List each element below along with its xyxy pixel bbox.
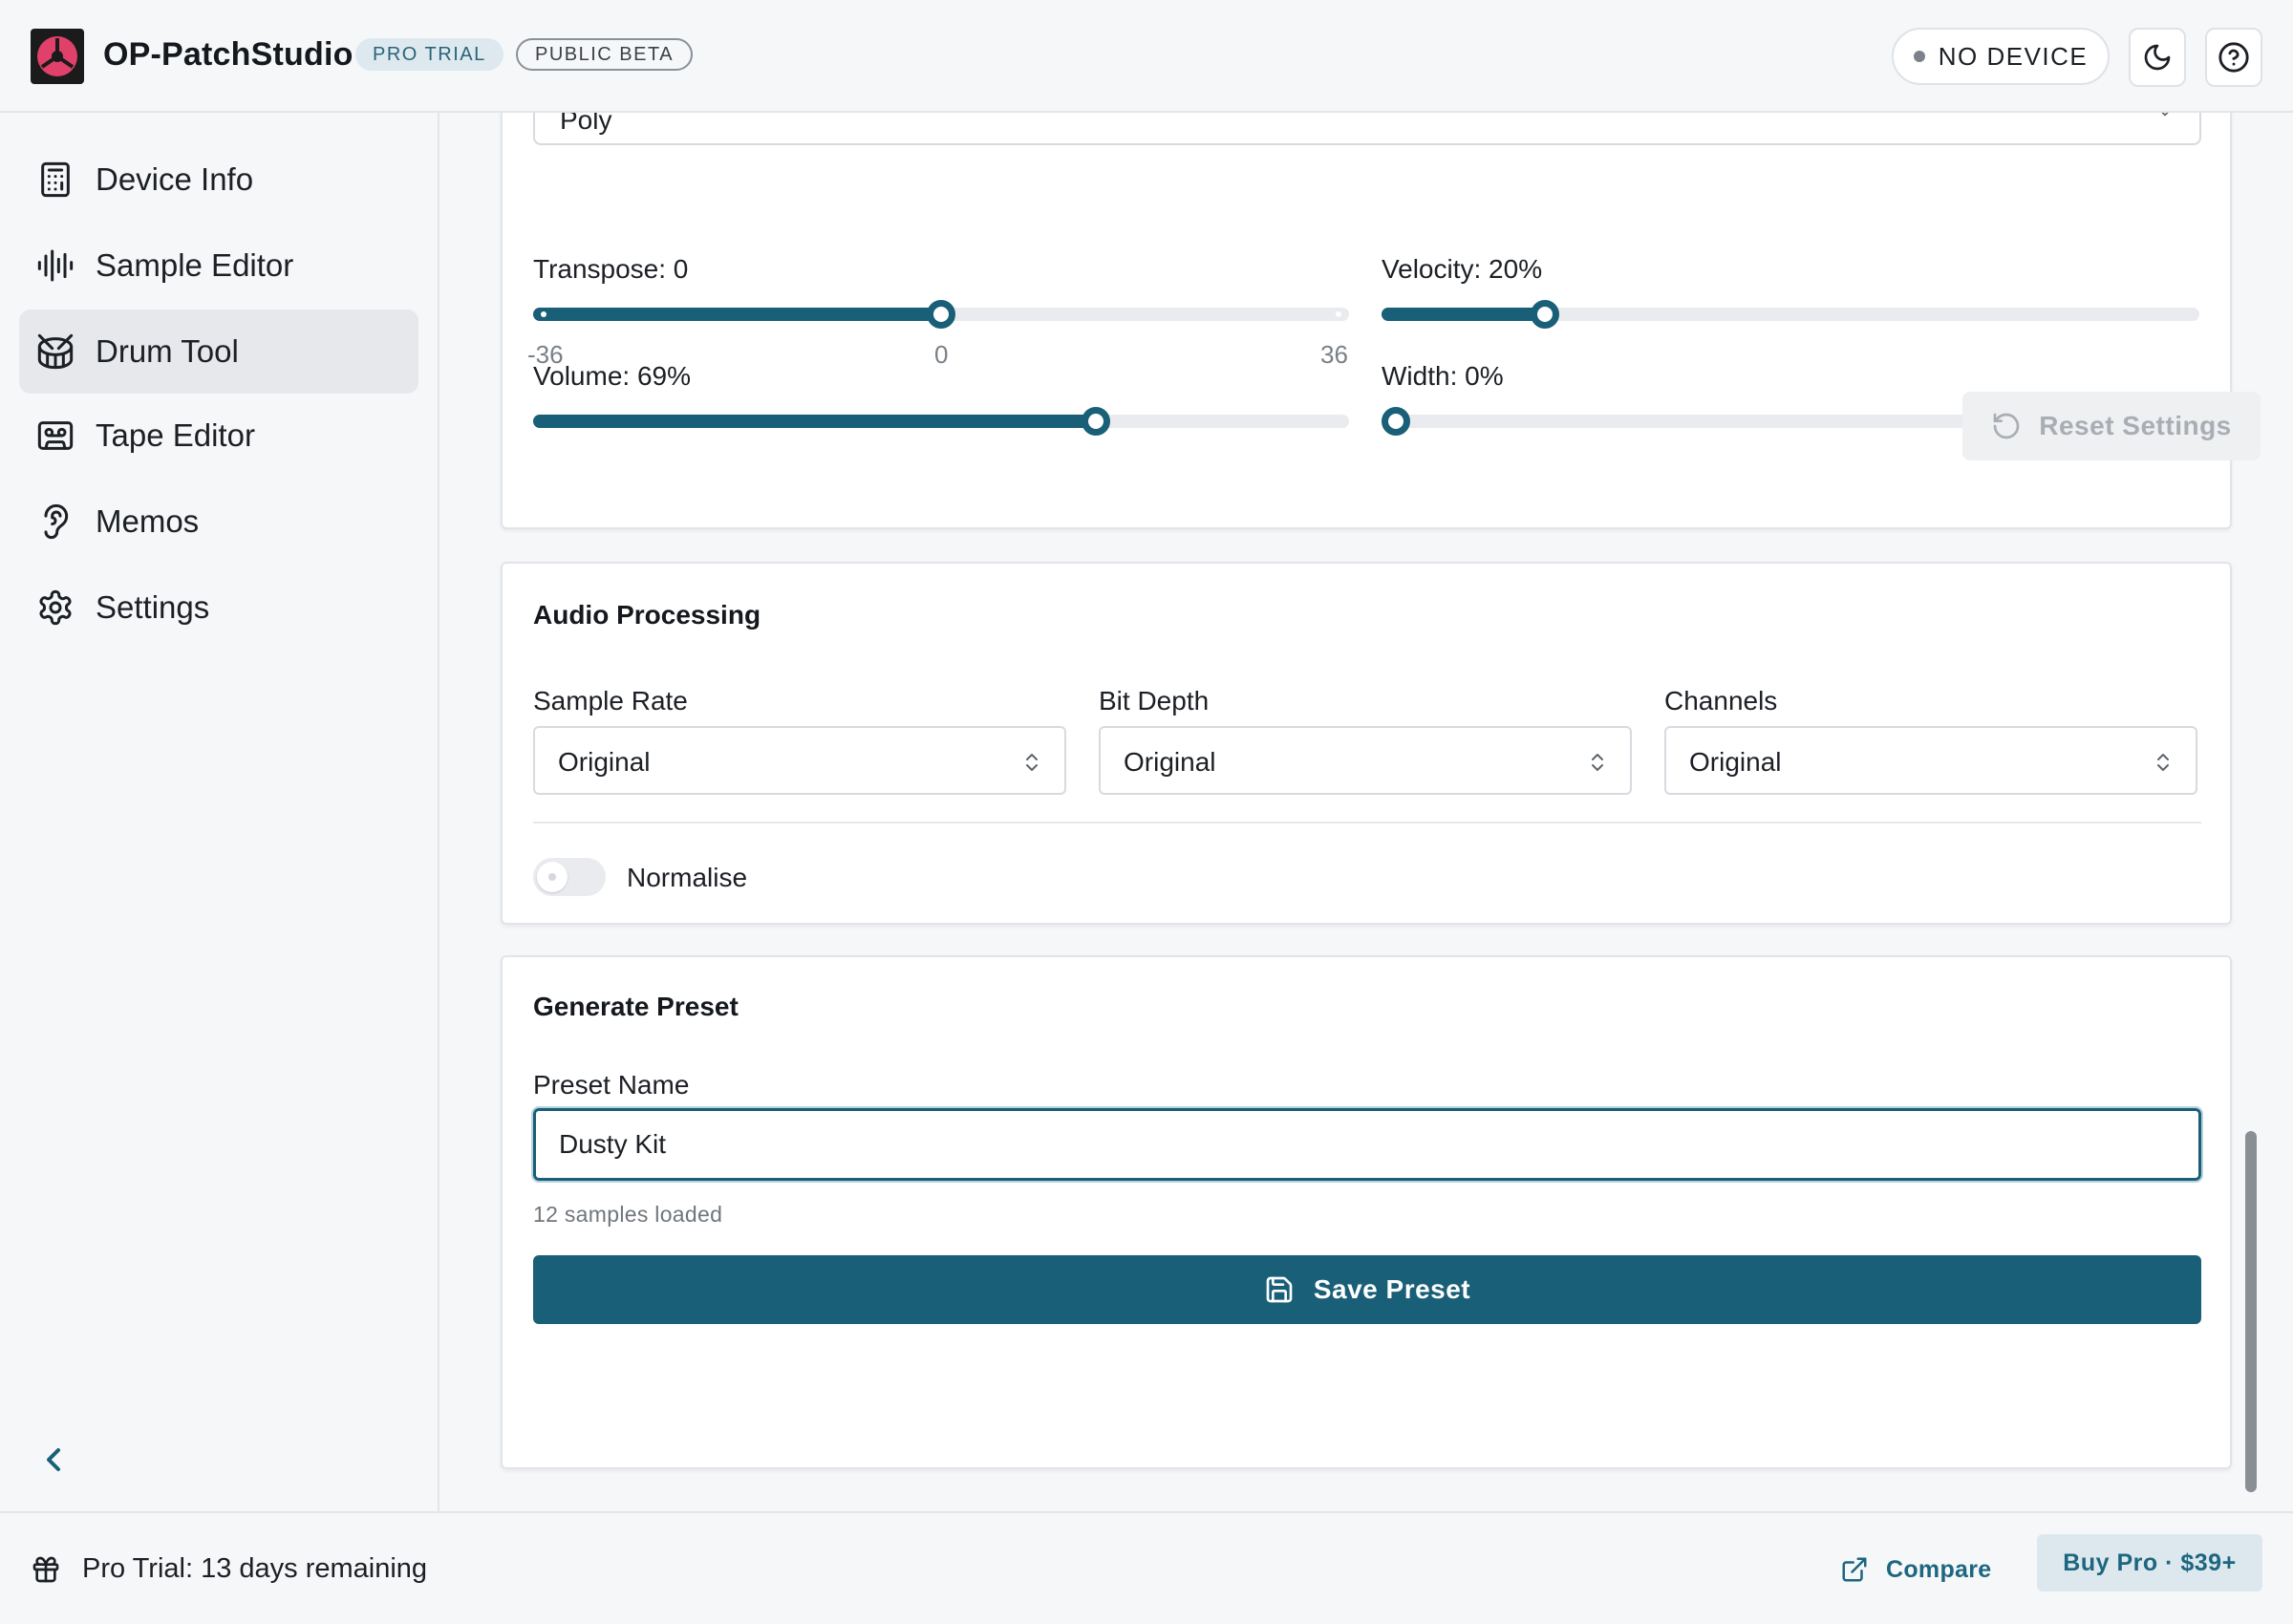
ear-icon xyxy=(44,503,69,540)
chevron-down-icon xyxy=(2161,113,2169,117)
compare-link[interactable]: Compare xyxy=(1840,1555,1991,1584)
drum-icon xyxy=(37,333,74,370)
footer-bar: Pro Trial: 13 days remaining Compare Buy… xyxy=(0,1511,2293,1624)
public-beta-badge: PUBLIC BETA xyxy=(516,38,694,71)
sample-rate-label: Sample Rate xyxy=(533,686,688,716)
channels-value: Original xyxy=(1689,747,1782,777)
transpose-slider-fill xyxy=(533,308,941,321)
transpose-slider-thumb[interactable] xyxy=(927,300,955,329)
chevron-left-icon xyxy=(47,1448,60,1471)
volume-slider-fill xyxy=(533,415,1096,428)
external-link-icon xyxy=(1842,1557,1867,1582)
rotate-ccw-icon xyxy=(1993,413,2020,439)
samples-loaded-hint: 12 samples loaded xyxy=(533,1202,723,1227)
buy-pro-label: Buy Pro · $39+ xyxy=(2063,1549,2237,1576)
device-status-button[interactable]: NO DEVICE xyxy=(1892,28,2110,85)
sidebar: Device Info Sample Editor Drum Tool Tape Ed… xyxy=(0,113,439,1511)
top-bar: OP-PatchStudio PRO TRIAL PUBLIC BETA NO … xyxy=(0,0,2293,113)
compare-label: Compare xyxy=(1886,1555,1992,1583)
audio-processing-title: Audio Processing xyxy=(533,600,761,630)
moon-icon xyxy=(2144,44,2171,71)
save-preset-button[interactable]: Save Preset xyxy=(533,1255,2201,1324)
save-preset-label: Save Preset xyxy=(1313,1274,1471,1304)
normalise-label: Normalise xyxy=(627,863,748,892)
sample-rate-value: Original xyxy=(558,747,651,777)
calculator-icon xyxy=(41,161,70,198)
preset-name-label: Preset Name xyxy=(533,1070,690,1100)
volume-label: Volume: 69% xyxy=(533,361,691,391)
sidebar-item-label: Drum Tool xyxy=(96,333,239,369)
help-button[interactable] xyxy=(2205,28,2262,87)
preset-name-input[interactable] xyxy=(531,1106,2203,1183)
velocity-slider[interactable] xyxy=(1382,300,2199,329)
app-title: OP-PatchStudio xyxy=(103,36,354,73)
channels-label: Channels xyxy=(1664,686,1778,716)
status-dot-icon xyxy=(1913,51,1925,62)
velocity-label: Velocity: 20% xyxy=(1382,254,1543,284)
transpose-min-tick xyxy=(541,311,546,317)
width-label: Width: 0% xyxy=(1382,361,1504,391)
sidebar-item-drum-tool[interactable]: Drum Tool xyxy=(19,310,418,394)
device-status-label: NO DEVICE xyxy=(1938,41,2089,71)
app-logo xyxy=(31,29,84,84)
width-slider-thumb[interactable] xyxy=(1382,407,1410,436)
sidebar-item-label: Tape Editor xyxy=(96,417,255,453)
sidebar-item-sample-editor[interactable]: Sample Editor xyxy=(19,224,418,308)
velocity-slider-thumb[interactable] xyxy=(1531,300,1559,329)
logo-icon xyxy=(37,36,77,76)
cassette-icon xyxy=(37,421,74,450)
sample-rate-select[interactable]: Original xyxy=(533,726,1066,795)
bit-depth-value: Original xyxy=(1124,747,1216,777)
sidebar-item-memos[interactable]: Memos xyxy=(19,480,418,564)
main-scrollbar[interactable] xyxy=(2245,1131,2257,1492)
sidebar-item-settings[interactable]: Settings xyxy=(19,566,418,650)
velocity-slider-fill xyxy=(1382,308,1545,321)
chevrons-up-down-icon xyxy=(2157,754,2169,771)
volume-slider-thumb[interactable] xyxy=(1082,407,1110,436)
transpose-mid-label: 0 xyxy=(934,340,949,369)
section-divider xyxy=(533,822,2201,823)
sidebar-item-label: Device Info xyxy=(96,161,254,197)
main-content: Poly Transpose: 0 -36 0 36 Velocity: 20%… xyxy=(441,113,2293,1511)
trial-status: Pro Trial: 13 days remaining xyxy=(31,1553,427,1585)
buy-pro-button[interactable]: Buy Pro · $39+ xyxy=(2037,1534,2262,1592)
transpose-slider[interactable] xyxy=(533,300,1349,329)
drum-settings-card: Poly Transpose: 0 -36 0 36 Velocity: 20%… xyxy=(501,113,2261,529)
sidebar-item-label: Sample Editor xyxy=(96,247,294,283)
transpose-max-tick xyxy=(1336,311,1341,317)
theme-toggle-button[interactable] xyxy=(2129,28,2186,87)
bit-depth-select[interactable]: Original xyxy=(1099,726,1632,795)
sidebar-item-tape-editor[interactable]: Tape Editor xyxy=(19,394,418,478)
bit-depth-label: Bit Depth xyxy=(1099,686,1210,716)
reset-settings-button[interactable]: Reset Settings xyxy=(1962,392,2261,460)
gift-icon xyxy=(32,1556,59,1582)
audio-processing-card: Audio Processing Sample Rate Original Bi… xyxy=(501,562,2232,925)
reset-settings-label: Reset Settings xyxy=(2039,411,2232,440)
playmode-select[interactable]: Poly xyxy=(533,113,2201,145)
collapse-sidebar-button[interactable] xyxy=(34,1441,73,1479)
sidebar-item-label: Memos xyxy=(96,503,200,539)
transpose-label: Transpose: 0 xyxy=(533,254,689,284)
pro-trial-badge: PRO TRIAL xyxy=(355,38,504,71)
volume-slider[interactable] xyxy=(533,407,1349,436)
help-circle-icon xyxy=(2218,42,2249,73)
playmode-value: Poly xyxy=(560,113,612,135)
channels-select[interactable]: Original xyxy=(1664,726,2197,795)
transpose-max-label: 36 xyxy=(1320,340,1348,369)
gear-icon xyxy=(39,589,72,626)
normalise-toggle[interactable] xyxy=(533,858,606,896)
generate-preset-title: Generate Preset xyxy=(533,992,739,1021)
generate-preset-card: Generate Preset Preset Name 12 samples l… xyxy=(501,955,2232,1469)
sidebar-item-device-info[interactable]: Device Info xyxy=(19,138,418,222)
waveform-icon xyxy=(37,249,74,282)
chevrons-up-down-icon xyxy=(1026,754,1038,771)
chevrons-up-down-icon xyxy=(1592,754,1603,771)
trial-status-label: Pro Trial: 13 days remaining xyxy=(82,1553,428,1584)
sidebar-item-label: Settings xyxy=(96,589,210,625)
normalise-toggle-knob xyxy=(537,862,568,892)
save-icon xyxy=(1266,1276,1293,1303)
